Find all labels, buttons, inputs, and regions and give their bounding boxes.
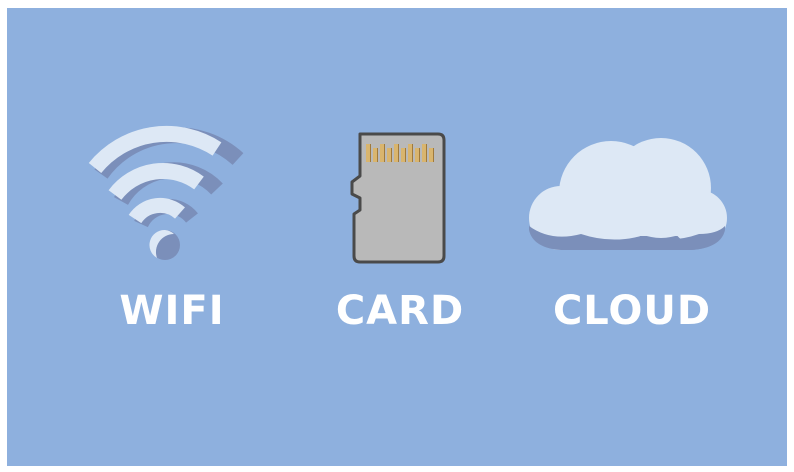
- cloud-icon: [529, 138, 727, 250]
- card-label: CARD: [335, 288, 465, 334]
- cloud-label: CLOUD: [552, 288, 712, 334]
- card-option[interactable]: CARD: [320, 8, 480, 466]
- wifi-icon: [88, 125, 244, 260]
- wifi-label: WIFI: [119, 288, 225, 334]
- selection-panel: WIFI CARD CLOUD: [7, 8, 787, 466]
- wifi-option[interactable]: WIFI: [77, 8, 267, 466]
- cloud-option[interactable]: CLOUD: [527, 8, 737, 466]
- sd-card-icon: [350, 132, 446, 264]
